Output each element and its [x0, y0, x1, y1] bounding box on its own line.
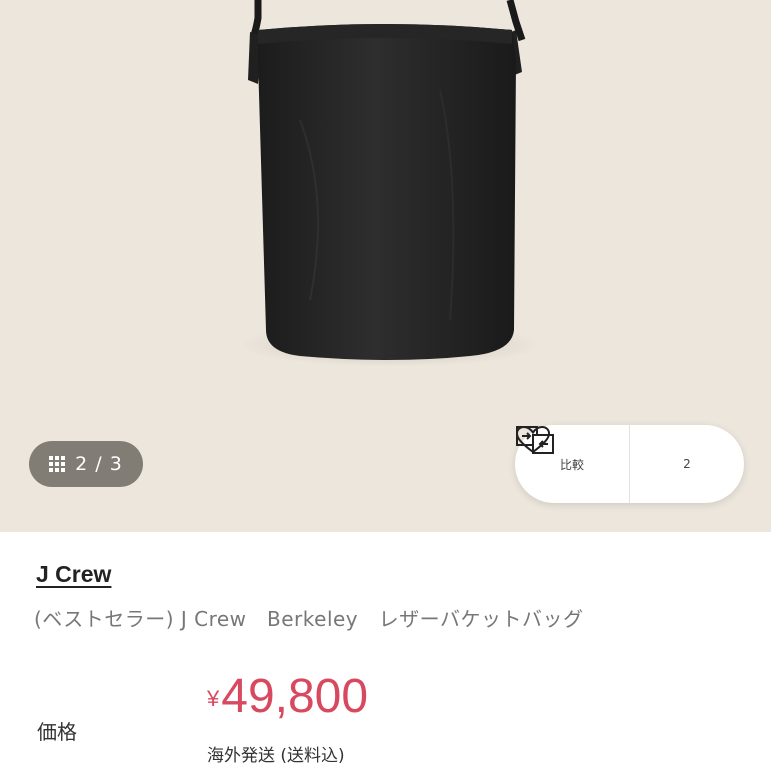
shipping-note: 海外発送 (送料込) — [207, 746, 345, 766]
brand-link[interactable]: J Crew — [36, 561, 111, 588]
product-title: (ベストセラー) J Crew Berkeley レザーバケットバッグ — [34, 607, 584, 631]
product-image-gallery[interactable]: 2 / 3 比較 2 — [0, 0, 771, 532]
favorite-button[interactable]: 2 — [515, 425, 744, 503]
grid-icon — [49, 456, 66, 472]
image-counter[interactable]: 2 / 3 — [29, 441, 143, 487]
heart-icon — [515, 425, 551, 454]
price-amount: 49,800 — [221, 670, 369, 723]
currency-symbol: ¥ — [207, 686, 220, 711]
price: ¥49,800 — [207, 669, 368, 724]
price-label: 価格 — [37, 720, 77, 744]
compare-label: 比較 — [559, 457, 584, 472]
image-counter-text: 2 / 3 — [75, 453, 123, 475]
favorite-count: 2 — [683, 457, 691, 471]
image-actions: 比較 2 — [515, 425, 744, 503]
